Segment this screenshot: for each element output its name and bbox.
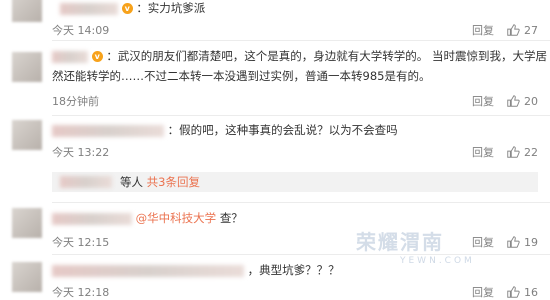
comment-text-row: ：武汉的朋友们都清楚吧，这个是真的，身边就有大学转学的。 当时震惊到我，大学居 [52,48,547,65]
comment-4: @华中科技大学 查？ 今天 12:15 回复 19 [0,206,550,250]
like-button[interactable]: 16 [506,285,538,299]
reply-button[interactable]: 回复 [472,234,494,250]
comment-text: ：实力坑爹派 [136,1,206,15]
comment-actions: 回复 16 [472,284,538,300]
avatar[interactable] [12,208,42,238]
replier-avatars [60,176,112,188]
comment-actions: 回复 19 [472,234,538,250]
timestamp: 今天 13:22 [52,146,110,159]
avatar[interactable] [12,262,42,292]
reply-thread-prefix: 等人 [120,175,143,189]
watermark-logo: 荣耀渭南 [356,230,444,254]
avatar[interactable] [12,120,42,150]
avatar[interactable] [12,0,42,22]
divider [52,254,550,255]
username[interactable] [60,2,118,15]
reply-button[interactable]: 回复 [472,22,494,38]
username[interactable] [52,264,244,277]
timestamp: 今天 14:09 [52,24,110,37]
reply-button[interactable]: 回复 [472,144,494,160]
divider [52,202,550,203]
like-count: 16 [524,285,538,299]
comment-text: ，典型坑爹？？？ [247,263,340,277]
avatar[interactable] [12,52,42,82]
view-replies-link[interactable]: 共3条回复 [147,175,200,189]
timestamp: 18分钟前 [52,95,99,108]
like-button[interactable]: 19 [506,235,538,249]
thumbs-up-icon [507,236,520,248]
reply-thread-box[interactable]: 等人 共3条回复 [52,172,538,192]
username[interactable] [52,124,164,137]
like-count: 20 [524,94,538,108]
like-count: 19 [524,235,538,249]
like-count: 27 [524,23,538,37]
divider [52,40,550,41]
like-count: 22 [524,145,538,159]
comment-text: ：假的吧，这种事真的会乱说？以为不会查吗 [167,123,398,137]
like-button[interactable]: 27 [506,23,538,37]
comment-text-row: ：实力坑爹派 [60,0,206,17]
thumbs-up-icon [507,24,520,36]
comment-2: ：武汉的朋友们都清楚吧，这个是真的，身边就有大学转学的。 当时震惊到我，大学居 … [0,48,550,112]
username[interactable] [52,212,132,225]
comment-text: ：武汉的朋友们都清楚吧，这个是真的，身边就有大学转学的。 当时震惊到我，大学居 [106,49,547,63]
comment-text-row: ，典型坑爹？？？ [52,262,340,278]
comment-text-row: @华中科技大学 查？ [52,210,243,226]
thumbs-up-icon [507,146,520,158]
like-button[interactable]: 20 [506,94,538,108]
divider [52,115,550,116]
comment-1: ：实力坑爹派 今天 14:09 回复 27 [0,0,550,40]
reply-thread-summary: 等人 共3条回复 [120,174,200,190]
mention-link[interactable]: @华中科技大学 [136,211,217,225]
comment-text-continued: 然还能转学的……不过二本转一本没遇到过实例，普通一本转985是有的。 [52,69,431,83]
comment-actions: 回复 22 [472,144,538,160]
like-button[interactable]: 22 [506,145,538,159]
comment-3: ：假的吧，这种事真的会乱说？以为不会查吗 今天 13:22 回复 22 等人 共… [0,120,550,200]
comment-text: 查？ [219,211,243,225]
thumbs-up-icon [507,286,520,298]
verified-badge-icon [121,1,133,17]
reply-button[interactable]: 回复 [472,284,494,300]
comment-actions: 回复 20 [472,93,538,109]
comment-text-row: ：假的吧，这种事真的会乱说？以为不会查吗 [52,122,398,138]
comment-actions: 回复 27 [472,22,538,38]
timestamp: 今天 12:15 [52,236,110,249]
username[interactable] [52,50,88,63]
timestamp: 今天 12:18 [52,286,110,299]
watermark-url: YEWN.COM [400,256,475,266]
reply-button[interactable]: 回复 [472,93,494,109]
thumbs-up-icon [507,95,520,107]
verified-badge-icon [91,49,103,65]
